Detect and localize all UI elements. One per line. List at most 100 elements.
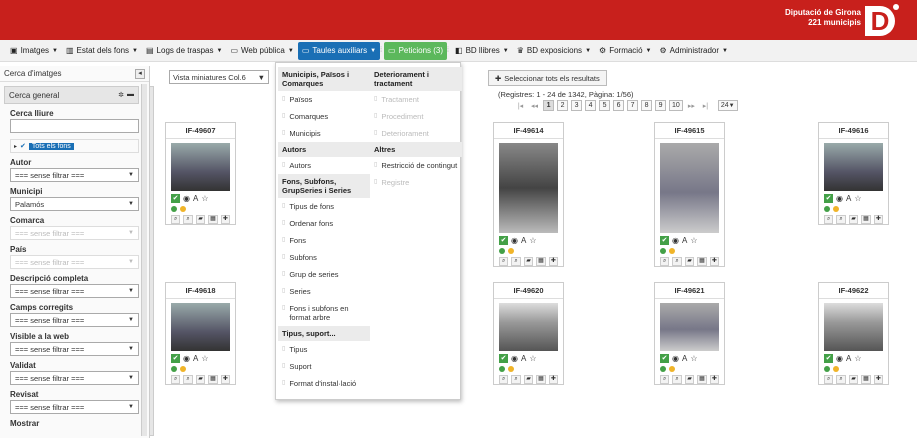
star-icon[interactable]: ☆	[201, 194, 208, 203]
page-button[interactable]: 9	[655, 100, 667, 111]
page-button[interactable]: 8	[641, 100, 653, 111]
dropdown-item[interactable]: ▯ Tipus	[278, 341, 370, 358]
search-icon[interactable]: ⌕	[672, 375, 682, 384]
menu-imatges[interactable]: ▣ Imatges ▼	[6, 42, 62, 60]
select-all-button[interactable]: ✚ Seleccionar tots els resultats	[488, 70, 607, 86]
eye-icon[interactable]: ◉	[672, 354, 679, 363]
search-icon[interactable]: ⌕	[183, 375, 193, 384]
image-card[interactable]: IF-49621 ✔ ◉ A ☆ ⌕ ⌕ ▰ ▦ ✚	[654, 282, 725, 385]
filter-select[interactable]: === sense filtrar === ▼	[10, 284, 139, 298]
image-card[interactable]: IF-49620 ✔ ◉ A ☆ ⌕ ⌕ ▰ ▦ ✚	[493, 282, 564, 385]
sidebar-scrollbar[interactable]	[141, 84, 147, 436]
search-icon[interactable]: ⌕	[836, 375, 846, 384]
photo-thumbnail[interactable]	[824, 303, 883, 351]
check-icon[interactable]: ✔	[20, 142, 26, 150]
font-icon[interactable]: A	[521, 354, 526, 363]
filter-select[interactable]: === sense filtrar === ▼	[10, 168, 139, 182]
grid-icon[interactable]: ▦	[208, 375, 218, 384]
first-page-icon[interactable]: |◂	[515, 100, 526, 111]
filter-select[interactable]: === sense filtrar === ▼	[10, 342, 139, 356]
menu-web-p-blica[interactable]: ▭ Web pública ▼	[226, 42, 297, 60]
check-icon[interactable]: ✔	[171, 354, 180, 363]
filter-select[interactable]: === sense filtrar === ▼	[10, 313, 139, 327]
filter-select[interactable]: Palamós ▼	[10, 197, 139, 211]
grid-icon[interactable]: ▦	[536, 375, 546, 384]
dropdown-item[interactable]: ▯ Autors	[278, 157, 370, 174]
menu-bd-llibres[interactable]: ◧ BD llibres ▼	[451, 42, 513, 60]
dropdown-item[interactable]: ▯ Series	[278, 283, 370, 300]
folder-icon[interactable]: ▰	[195, 375, 206, 384]
page-button[interactable]: 7	[627, 100, 639, 111]
dropdown-item[interactable]: ▯ Municipis	[278, 125, 370, 142]
search-icon[interactable]: ⌕	[183, 215, 193, 224]
image-card[interactable]: IF-49607 ✔ ◉ A ☆ ⌕ ⌕ ▰ ▦ ✚	[165, 122, 236, 225]
tree-tag[interactable]: Tots els fons	[28, 142, 74, 150]
dropdown-item[interactable]: ▯ Format d'instal·lació	[278, 375, 370, 392]
dropdown-item[interactable]: ▯ Restricció de contingut	[370, 157, 462, 174]
dropdown-item[interactable]: ▯ Tipus de fons	[278, 198, 370, 215]
folder-icon[interactable]: ▰	[523, 257, 534, 266]
page-button[interactable]: 2	[557, 100, 569, 111]
menu-logs-de-traspas[interactable]: ▤ Logs de traspas ▼	[142, 42, 226, 60]
dropdown-item[interactable]: ▯ Suport	[278, 358, 370, 375]
image-card[interactable]: IF-49622 ✔ ◉ A ☆ ⌕ ⌕ ▰ ▦ ✚	[818, 282, 889, 385]
star-icon[interactable]: ☆	[690, 354, 697, 363]
settings-icon[interactable]: ✲	[118, 91, 124, 99]
eye-icon[interactable]: ◉	[836, 354, 843, 363]
pin-icon[interactable]: ✚	[220, 215, 231, 224]
page-button[interactable]: 4	[585, 100, 597, 111]
check-icon[interactable]: ✔	[660, 354, 669, 363]
prev-page-icon[interactable]: ◂◂	[529, 100, 540, 111]
folder-icon[interactable]: ▰	[848, 375, 859, 384]
check-icon[interactable]: ✔	[660, 236, 669, 245]
page-button[interactable]: 5	[599, 100, 611, 111]
tree-expand-icon[interactable]: ▸	[14, 143, 17, 150]
dropdown-item[interactable]: ▯ Grup de series	[278, 266, 370, 283]
font-icon[interactable]: A	[846, 354, 851, 363]
pin-icon[interactable]: ✚	[548, 375, 559, 384]
content-scrollbar[interactable]	[149, 86, 154, 436]
photo-thumbnail[interactable]	[171, 143, 230, 191]
font-icon[interactable]: A	[193, 194, 198, 203]
eye-icon[interactable]: ◉	[183, 354, 190, 363]
grid-icon[interactable]: ▦	[861, 215, 871, 224]
eye-icon[interactable]: ◉	[672, 236, 679, 245]
page-button[interactable]: 1	[543, 100, 555, 111]
grid-icon[interactable]: ▦	[697, 375, 707, 384]
image-card[interactable]: IF-49618 ✔ ◉ A ☆ ⌕ ⌕ ▰ ▦ ✚	[165, 282, 236, 385]
eye-icon[interactable]: ◉	[836, 194, 843, 203]
general-search-section[interactable]: Cerca general ✲ ▬	[4, 86, 139, 104]
dropdown-item[interactable]: ▯ Comarques	[278, 108, 370, 125]
zoom-icon[interactable]: ⌕	[171, 215, 181, 224]
filter-select[interactable]: === sense filtrar === ▼	[10, 371, 139, 385]
menu-formaci[interactable]: ⚙ Formació ▼	[595, 42, 655, 60]
pin-icon[interactable]: ✚	[220, 375, 231, 384]
folder-icon[interactable]: ▰	[684, 375, 695, 384]
pin-icon[interactable]: ✚	[709, 257, 720, 266]
image-card[interactable]: IF-49615 ✔ ◉ A ☆ ⌕ ⌕ ▰ ▦ ✚	[654, 122, 725, 267]
zoom-icon[interactable]: ⌕	[171, 375, 181, 384]
dropdown-item[interactable]: ▯ Països	[278, 91, 370, 108]
grid-icon[interactable]: ▦	[861, 375, 871, 384]
dropdown-item[interactable]: ▯ Fons	[278, 232, 370, 249]
font-icon[interactable]: A	[193, 354, 198, 363]
font-icon[interactable]: A	[682, 354, 687, 363]
zoom-icon[interactable]: ⌕	[660, 257, 670, 266]
photo-thumbnail[interactable]	[824, 143, 883, 191]
menu-estat-dels-fons[interactable]: ▥ Estat dels fons ▼	[62, 42, 142, 60]
eye-icon[interactable]: ◉	[183, 194, 190, 203]
zoom-icon[interactable]: ⌕	[824, 375, 834, 384]
page-button[interactable]: 10	[669, 100, 683, 111]
star-icon[interactable]: ☆	[854, 354, 861, 363]
image-card[interactable]: IF-49616 ✔ ◉ A ☆ ⌕ ⌕ ▰ ▦ ✚	[818, 122, 889, 225]
star-icon[interactable]: ☆	[201, 354, 208, 363]
page-size-select[interactable]: 24 ▼	[717, 100, 738, 111]
photo-thumbnail[interactable]	[171, 303, 230, 351]
grid-icon[interactable]: ▦	[697, 257, 707, 266]
check-icon[interactable]: ✔	[499, 236, 508, 245]
star-icon[interactable]: ☆	[529, 236, 536, 245]
pin-icon[interactable]: ✚	[873, 375, 884, 384]
view-mode-select[interactable]: Vista miniatures Col.6 ▼	[169, 70, 269, 84]
folder-icon[interactable]: ▰	[848, 215, 859, 224]
next-page-icon[interactable]: ▸▸	[686, 100, 697, 111]
